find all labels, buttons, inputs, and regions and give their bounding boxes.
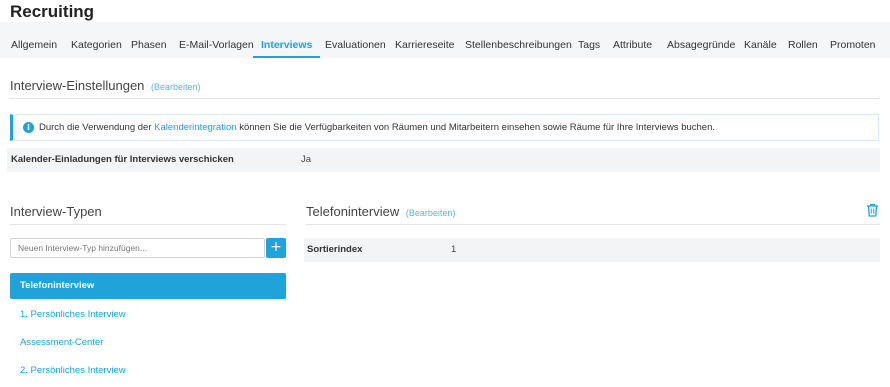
info-icon: i [23, 122, 34, 133]
tab-attribute[interactable]: Attribute [613, 22, 652, 58]
sort-index-value: 1 [451, 244, 457, 255]
info-text-before: Durch die Verwendung der [39, 122, 152, 133]
detail-divider [306, 224, 880, 225]
types-divider [10, 224, 286, 225]
tab-interviews[interactable]: Interviews [252, 22, 321, 58]
tab-kanaele[interactable]: Kanäle [744, 22, 777, 58]
trash-icon[interactable] [866, 203, 879, 217]
detail-edit-link[interactable]: (Bearbeiten) [406, 208, 456, 218]
tab-promoten[interactable]: Promoten [830, 22, 876, 58]
add-interview-type-button[interactable]: + [266, 238, 286, 258]
detail-section-title: Telefoninterview (Bearbeiten) [306, 204, 455, 219]
detail-title: Telefoninterview [306, 204, 400, 219]
info-text: Durch die Verwendung der Kalenderintegra… [39, 122, 715, 133]
calendar-invites-value: Ja [301, 154, 312, 165]
sort-index-label: Sortierindex [307, 244, 363, 255]
interview-type-item[interactable]: Assessment-Center [10, 330, 286, 356]
interview-type-item[interactable]: 2. Persönliches Interview [10, 358, 286, 384]
tab-kategorien[interactable]: Kategorien [71, 22, 122, 58]
calendar-invites-label: Kalender-Einladungen für Interviews vers… [11, 154, 234, 165]
page-title: Recruiting [10, 2, 95, 21]
types-section-title: Interview-Typen [10, 204, 102, 219]
settings-divider [10, 98, 879, 99]
interview-type-item[interactable]: Telefoninterview [10, 273, 286, 299]
settings-section-title: Interview-Einstellungen (Bearbeiten) [10, 78, 201, 93]
settings-edit-link[interactable]: (Bearbeiten) [151, 82, 201, 92]
tab-karriereseite[interactable]: Karriereseite [395, 22, 455, 58]
sort-index-row: Sortierindex 1 [304, 238, 880, 262]
info-text-after: können Sie die Verfügbarkeiten von Räume… [239, 122, 715, 133]
tab-email-vorlagen[interactable]: E-Mail-Vorlagen [179, 22, 254, 58]
tab-stellenbeschreibungen[interactable]: Stellenbeschreibungen [465, 22, 572, 58]
tab-phasen[interactable]: Phasen [131, 22, 167, 58]
calendar-invites-row: Kalender-Einladungen für Interviews vers… [7, 148, 880, 172]
add-interview-type-input[interactable] [10, 238, 265, 258]
calendar-info-box: i Durch die Verwendung der Kalenderinteg… [10, 114, 879, 141]
interview-type-item[interactable]: 1. Persönliches Interview [10, 302, 286, 328]
settings-title: Interview-Einstellungen [10, 78, 145, 93]
tab-evaluationen[interactable]: Evaluationen [325, 22, 386, 58]
tab-absagegruende[interactable]: Absagegründe [667, 22, 735, 58]
calendar-integration-link[interactable]: Kalenderintegration [154, 122, 236, 133]
tab-rollen[interactable]: Rollen [788, 22, 818, 58]
tab-tags[interactable]: Tags [578, 22, 600, 58]
settings-tabbar: Allgemein Kategorien Phasen E-Mail-Vorla… [0, 22, 890, 58]
tab-allgemein[interactable]: Allgemein [11, 22, 57, 58]
